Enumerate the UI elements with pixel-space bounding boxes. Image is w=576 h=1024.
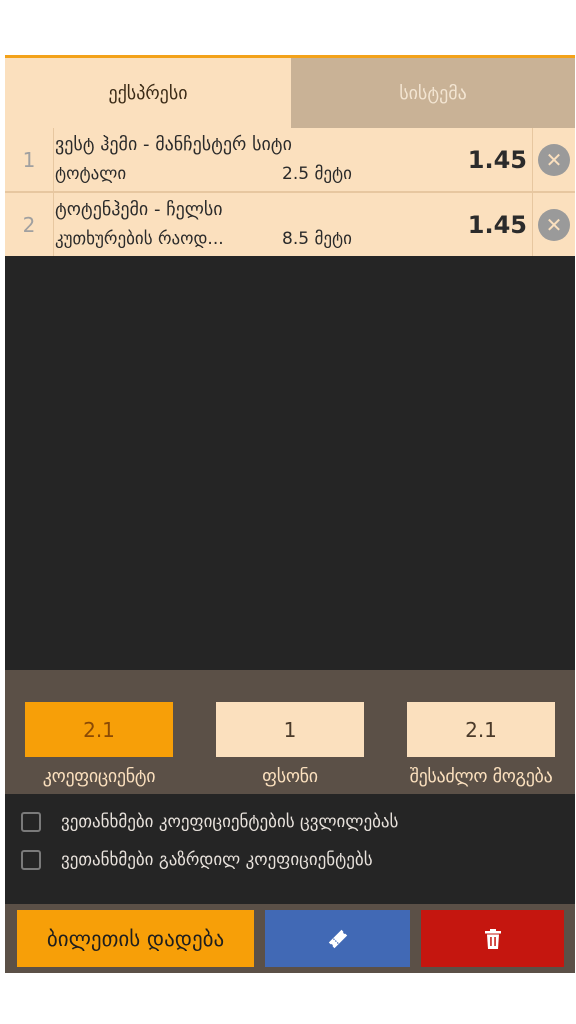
bet-market: კუთხურების რაოდ... <box>55 229 224 249</box>
bet-number: 1 <box>5 128 54 191</box>
bet-odds: 1.45 <box>467 211 527 239</box>
bet-row: 1 ვესტ ჰემი - მანჩესტერ სიტი ტოტალი 2.5 … <box>5 128 575 193</box>
bet-line: 2.5 მეტი <box>282 164 352 184</box>
place-bet-button[interactable]: ბილეთის დადება <box>17 910 254 967</box>
agree-odds-change[interactable]: ვეთანხმები კოეფიციენტების ცვლილებას <box>21 812 398 832</box>
checkbox[interactable] <box>21 812 41 832</box>
bet-match: ვესტ ჰემი - მანჩესტერ სიტი <box>55 134 292 155</box>
stake-label: ფსონი <box>262 766 318 787</box>
ticket-icon <box>328 929 347 948</box>
coefficient-label: კოეფიციენტი <box>42 766 156 787</box>
agree-increased-odds[interactable]: ვეთანხმები გაზრდილ კოეფიციენტებს <box>21 850 373 870</box>
bet-summary: 2.1 1 2.1 კოეფიციენტი ფსონი შესაძლო მოგე… <box>5 670 575 794</box>
bet-odds: 1.45 <box>467 146 527 174</box>
stake-input[interactable]: 1 <box>216 702 364 757</box>
bet-list: 1 ვესტ ჰემი - მანჩესტერ სიტი ტოტალი 2.5 … <box>5 128 575 258</box>
trash-icon <box>484 928 501 949</box>
possible-win-value: 2.1 <box>407 702 555 757</box>
bet-market: ტოტალი <box>55 164 127 184</box>
tab-express[interactable]: ექსპრესი <box>5 58 291 128</box>
bet-row: 2 ტოტენჰემი - ჩელსი კუთხურების რაოდ... 8… <box>5 193 575 258</box>
betslip-tabs: ექსპრესი სისტემა <box>5 58 575 128</box>
possible-win-label: შესაძლო მოგება <box>409 766 553 787</box>
action-bar: ბილეთის დადება <box>5 904 575 973</box>
agree-increased-odds-label: ვეთანხმები გაზრდილ კოეფიციენტებს <box>61 850 373 870</box>
empty-area <box>5 256 575 670</box>
delete-button[interactable] <box>421 910 564 967</box>
coefficient-value: 2.1 <box>25 702 173 757</box>
agree-odds-change-label: ვეთანხმები კოეფიციენტების ცვლილებას <box>61 812 399 832</box>
tab-system[interactable]: სისტემა <box>291 58 575 128</box>
bet-line: 8.5 მეტი <box>282 229 352 249</box>
ticket-button[interactable] <box>265 910 410 967</box>
bet-match: ტოტენჰემი - ჩელსი <box>55 199 223 220</box>
close-icon: ✕ <box>538 143 570 176</box>
betslip-panel: ექსპრესი სისტემა 1 ვესტ ჰემი - მანჩესტერ… <box>5 55 575 973</box>
agreement-options: ვეთანხმები კოეფიციენტების ცვლილებას ვეთა… <box>5 794 575 904</box>
remove-bet-button[interactable]: ✕ <box>532 128 575 191</box>
bet-number: 2 <box>5 193 54 256</box>
remove-bet-button[interactable]: ✕ <box>532 193 575 256</box>
close-icon: ✕ <box>538 208 570 241</box>
checkbox[interactable] <box>21 850 41 870</box>
